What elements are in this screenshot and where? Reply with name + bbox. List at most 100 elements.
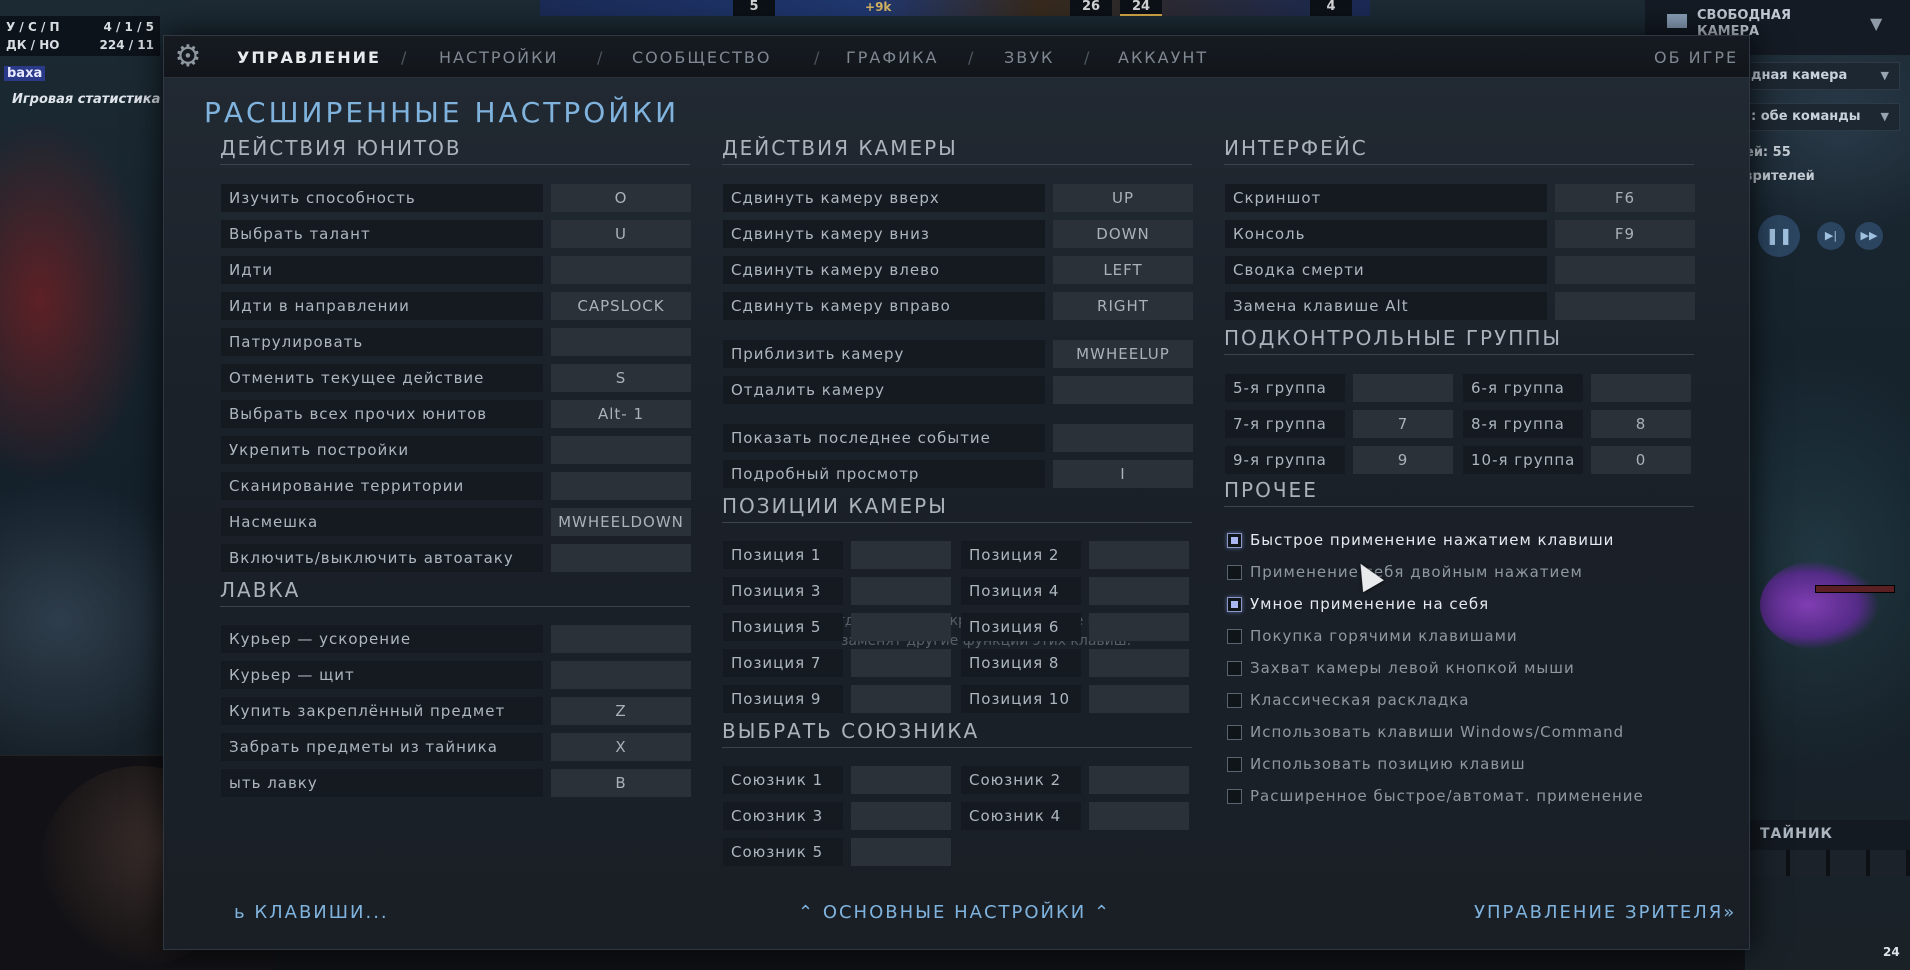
- creature-model: [1760, 560, 1880, 650]
- control-group-key[interactable]: [1591, 374, 1691, 402]
- camera-position-key[interactable]: [1089, 685, 1189, 713]
- game-stats-link[interactable]: Игровая статистика: [12, 92, 160, 107]
- checkbox-unchecked[interactable]: [1227, 692, 1242, 708]
- option-row[interactable]: Расширенное быстрое/автомат. применение: [1227, 784, 1644, 808]
- camera-action-key[interactable]: RIGHT: [1053, 292, 1193, 320]
- viewer-count: ей: 55: [1745, 145, 1791, 160]
- camera-mode-dropdown[interactable]: дная камера: [1740, 62, 1900, 90]
- ally-key[interactable]: [851, 838, 951, 866]
- interface-action-key[interactable]: [1555, 292, 1695, 320]
- unit-action-key[interactable]: [551, 328, 691, 356]
- camera-position-key[interactable]: [1089, 541, 1189, 569]
- checkbox-unchecked[interactable]: [1227, 724, 1242, 740]
- camera-position-key[interactable]: [851, 649, 951, 677]
- section-camera-positions: ПОЗИЦИИ КАМЕРЫ: [722, 494, 1192, 523]
- unit-action-key[interactable]: MWHEELDOWN: [551, 508, 691, 536]
- spectator-controls-link[interactable]: УПРАВЛЕНИЕ ЗРИТЕЛЯ»: [1474, 902, 1736, 923]
- option-row[interactable]: Покупка горячими клавишами: [1227, 624, 1518, 648]
- camera-position-label: Позиция 1: [723, 541, 843, 569]
- control-group-label: 8-я группа: [1463, 410, 1583, 438]
- camera-position-key[interactable]: [1089, 613, 1189, 641]
- ally-key[interactable]: [1089, 802, 1189, 830]
- shop-action-key[interactable]: Z: [551, 697, 691, 725]
- control-group-key[interactable]: 9: [1353, 446, 1453, 474]
- option-label: Захват камеры левой кнопкой мыши: [1250, 659, 1575, 677]
- chevron-down-icon[interactable]: ▼: [1870, 14, 1882, 33]
- control-group-key[interactable]: 0: [1591, 446, 1691, 474]
- fast-forward-icon[interactable]: ▶▶: [1855, 222, 1883, 250]
- unit-action-label: Выбрать талант: [221, 220, 543, 248]
- option-row[interactable]: Использовать позицию клавиш: [1227, 752, 1526, 776]
- checkbox-checked[interactable]: [1227, 596, 1242, 612]
- option-label: Использовать позицию клавиш: [1250, 755, 1526, 773]
- tab-controls[interactable]: УПРАВЛЕНИЕ: [237, 48, 381, 67]
- camera-position-key[interactable]: [851, 577, 951, 605]
- hotkeys-link[interactable]: ь КЛАВИШИ...: [234, 902, 389, 923]
- tab-sound[interactable]: ЗВУК: [1004, 48, 1054, 67]
- camera-action-key[interactable]: MWHEELUP: [1053, 340, 1193, 368]
- team-view-dropdown[interactable]: : обе команды: [1740, 103, 1900, 131]
- unit-action-key[interactable]: Alt- 1: [551, 400, 691, 428]
- interface-action-key[interactable]: F9: [1555, 220, 1695, 248]
- camera-action-key[interactable]: DOWN: [1053, 220, 1193, 248]
- unit-action-key[interactable]: CAPSLOCK: [551, 292, 691, 320]
- camera-position-key[interactable]: [1089, 649, 1189, 677]
- tab-about[interactable]: ОБ ИГРЕ: [1654, 48, 1738, 67]
- checkbox-unchecked[interactable]: [1227, 564, 1242, 580]
- unit-action-key[interactable]: [551, 256, 691, 284]
- shop-action-label: Курьер — ускорение: [221, 625, 543, 653]
- camera-action-key[interactable]: [1053, 424, 1193, 452]
- option-row[interactable]: Умное применение на себя: [1227, 592, 1489, 616]
- ally-key[interactable]: [1089, 766, 1189, 794]
- option-row[interactable]: Применение себя двойным нажатием: [1227, 560, 1583, 584]
- control-group-key[interactable]: 8: [1591, 410, 1691, 438]
- unit-action-key[interactable]: O: [551, 184, 691, 212]
- option-row[interactable]: Захват камеры левой кнопкой мыши: [1227, 656, 1575, 680]
- gear-icon[interactable]: ⚙: [172, 41, 204, 73]
- camera-action-key[interactable]: UP: [1053, 184, 1193, 212]
- tab-graphics[interactable]: ГРАФИКА: [846, 48, 938, 67]
- unit-action-key[interactable]: U: [551, 220, 691, 248]
- camera-action-key[interactable]: [1053, 376, 1193, 404]
- camera-position-key[interactable]: [851, 541, 951, 569]
- unit-action-key[interactable]: [551, 436, 691, 464]
- camera-position-key[interactable]: [1089, 577, 1189, 605]
- ally-key[interactable]: [851, 802, 951, 830]
- camera-action-key[interactable]: LEFT: [1053, 256, 1193, 284]
- shop-action-label: Купить закреплённый предмет: [221, 697, 543, 725]
- step-forward-icon[interactable]: ▶|: [1817, 222, 1845, 250]
- unit-action-key[interactable]: [551, 544, 691, 572]
- checkbox-unchecked[interactable]: [1227, 756, 1242, 772]
- ally-key[interactable]: [851, 766, 951, 794]
- shop-action-key[interactable]: B: [551, 769, 691, 797]
- option-row[interactable]: Быстрое применение нажатием клавиши: [1227, 528, 1614, 552]
- shop-action-key[interactable]: [551, 661, 691, 689]
- interface-action-key[interactable]: F6: [1555, 184, 1695, 212]
- checkbox-checked[interactable]: [1227, 532, 1242, 548]
- shop-action-key[interactable]: [551, 625, 691, 653]
- interface-action-key[interactable]: [1555, 256, 1695, 284]
- option-row[interactable]: Использовать клавиши Windows/Command: [1227, 720, 1624, 744]
- basic-settings-link[interactable]: ⌃ ОСНОВНЫЕ НАСТРОЙКИ ⌃: [798, 902, 1111, 923]
- stash-slots[interactable]: [1750, 850, 1910, 876]
- checkbox-unchecked[interactable]: [1227, 660, 1242, 676]
- tab-settings[interactable]: НАСТРОЙКИ: [439, 48, 558, 67]
- camera-position-key[interactable]: [851, 685, 951, 713]
- unit-action-key[interactable]: [551, 472, 691, 500]
- camera-position-label: Позиция 4: [961, 577, 1081, 605]
- control-group-key[interactable]: 7: [1353, 410, 1453, 438]
- top-score-bar: 5 +9k 26 24 4: [540, 0, 1370, 16]
- lh-dn-label: ДК / НО: [6, 38, 60, 52]
- shop-action-key[interactable]: X: [551, 733, 691, 761]
- kda-panel: У / С / П 4 / 1 / 5 ДК / НО 224 / 11: [0, 16, 160, 56]
- option-row[interactable]: Классическая раскладка: [1227, 688, 1469, 712]
- tab-community[interactable]: СООБЩЕСТВО: [632, 48, 771, 67]
- unit-action-key[interactable]: S: [551, 364, 691, 392]
- camera-action-key[interactable]: I: [1053, 460, 1193, 488]
- pause-icon[interactable]: ❚❚: [1758, 215, 1800, 257]
- checkbox-unchecked[interactable]: [1227, 788, 1242, 804]
- control-group-key[interactable]: [1353, 374, 1453, 402]
- checkbox-unchecked[interactable]: [1227, 628, 1242, 644]
- tab-account[interactable]: АККАУНТ: [1118, 48, 1208, 67]
- camera-position-key[interactable]: [851, 613, 951, 641]
